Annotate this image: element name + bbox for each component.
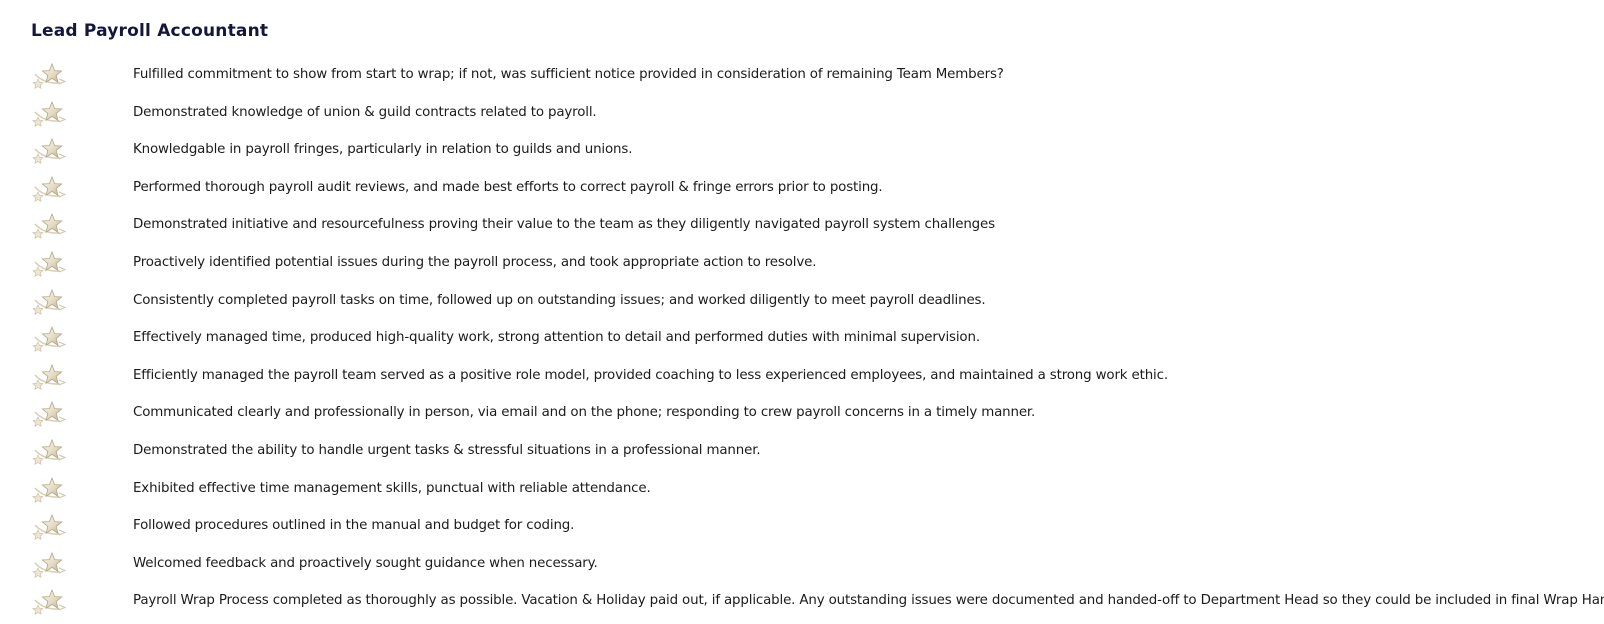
- criteria-label: Consistently completed payroll tasks on …: [133, 292, 986, 308]
- star-rating-icon[interactable]: [32, 363, 66, 391]
- star-rating-icon[interactable]: [32, 250, 66, 278]
- criteria-label: Efficiently managed the payroll team ser…: [133, 367, 1168, 383]
- star-rating-icon[interactable]: [32, 400, 66, 428]
- criteria-label: Proactively identified potential issues …: [133, 254, 817, 270]
- star-rating-icon[interactable]: [32, 438, 66, 466]
- criteria-row-8: Effectively managed time, produced high-…: [0, 319, 1604, 357]
- criteria-row-13: Followed procedures outlined in the manu…: [0, 507, 1604, 545]
- criteria-row-12: Exhibited effective time management skil…: [0, 470, 1604, 508]
- criteria-row-10: Communicated clearly and professionally …: [0, 394, 1604, 432]
- criteria-label: Payroll Wrap Process completed as thorou…: [133, 593, 1604, 609]
- star-rating-icon[interactable]: [32, 476, 66, 504]
- star-rating-icon[interactable]: [32, 100, 66, 128]
- criteria-label: Demonstrated the ability to handle urgen…: [133, 442, 761, 458]
- criteria-label: Exhibited effective time management skil…: [133, 480, 651, 496]
- star-rating-icon[interactable]: [32, 137, 66, 165]
- criteria-label: Followed procedures outlined in the manu…: [133, 518, 575, 534]
- criteria-row-9: Efficiently managed the payroll team ser…: [0, 357, 1604, 395]
- criteria-label: Effectively managed time, produced high-…: [133, 330, 980, 346]
- criteria-row-5: Demonstrated initiative and resourcefuln…: [0, 206, 1604, 244]
- criteria-row-14: Welcomed feedback and proactively sought…: [0, 545, 1604, 583]
- criteria-row-6: Proactively identified potential issues …: [0, 244, 1604, 282]
- criteria-label: Communicated clearly and professionally …: [133, 405, 1036, 421]
- star-rating-icon[interactable]: [32, 212, 66, 240]
- star-rating-icon[interactable]: [32, 513, 66, 541]
- star-rating-icon[interactable]: [32, 288, 66, 316]
- criteria-row-7: Consistently completed payroll tasks on …: [0, 282, 1604, 320]
- star-rating-icon[interactable]: [32, 175, 66, 203]
- star-rating-icon[interactable]: [32, 588, 66, 616]
- criteria-label: Knowledgable in payroll fringes, particu…: [133, 142, 633, 158]
- criteria-row-11: Demonstrated the ability to handle urgen…: [0, 432, 1604, 470]
- criteria-row-2: Demonstrated knowledge of union & guild …: [0, 94, 1604, 132]
- star-rating-icon[interactable]: [32, 62, 66, 90]
- criteria-label: Demonstrated initiative and resourcefuln…: [133, 217, 995, 233]
- criteria-row-3: Knowledgable in payroll fringes, particu…: [0, 131, 1604, 169]
- criteria-label: Fulfilled commitment to show from start …: [133, 67, 1004, 82]
- criteria-list: Fulfilled commitment to show from start …: [0, 56, 1604, 620]
- page-title: Lead Payroll Accountant: [31, 21, 269, 41]
- star-rating-icon[interactable]: [32, 325, 66, 353]
- criteria-row-15: Payroll Wrap Process completed as thorou…: [0, 582, 1604, 620]
- criteria-label: Demonstrated knowledge of union & guild …: [133, 104, 597, 120]
- star-rating-icon[interactable]: [32, 551, 66, 579]
- criteria-row-1: Fulfilled commitment to show from start …: [0, 56, 1604, 94]
- criteria-label: Welcomed feedback and proactively sought…: [133, 555, 598, 571]
- criteria-row-4: Performed thorough payroll audit reviews…: [0, 169, 1604, 207]
- criteria-label: Performed thorough payroll audit reviews…: [133, 179, 883, 195]
